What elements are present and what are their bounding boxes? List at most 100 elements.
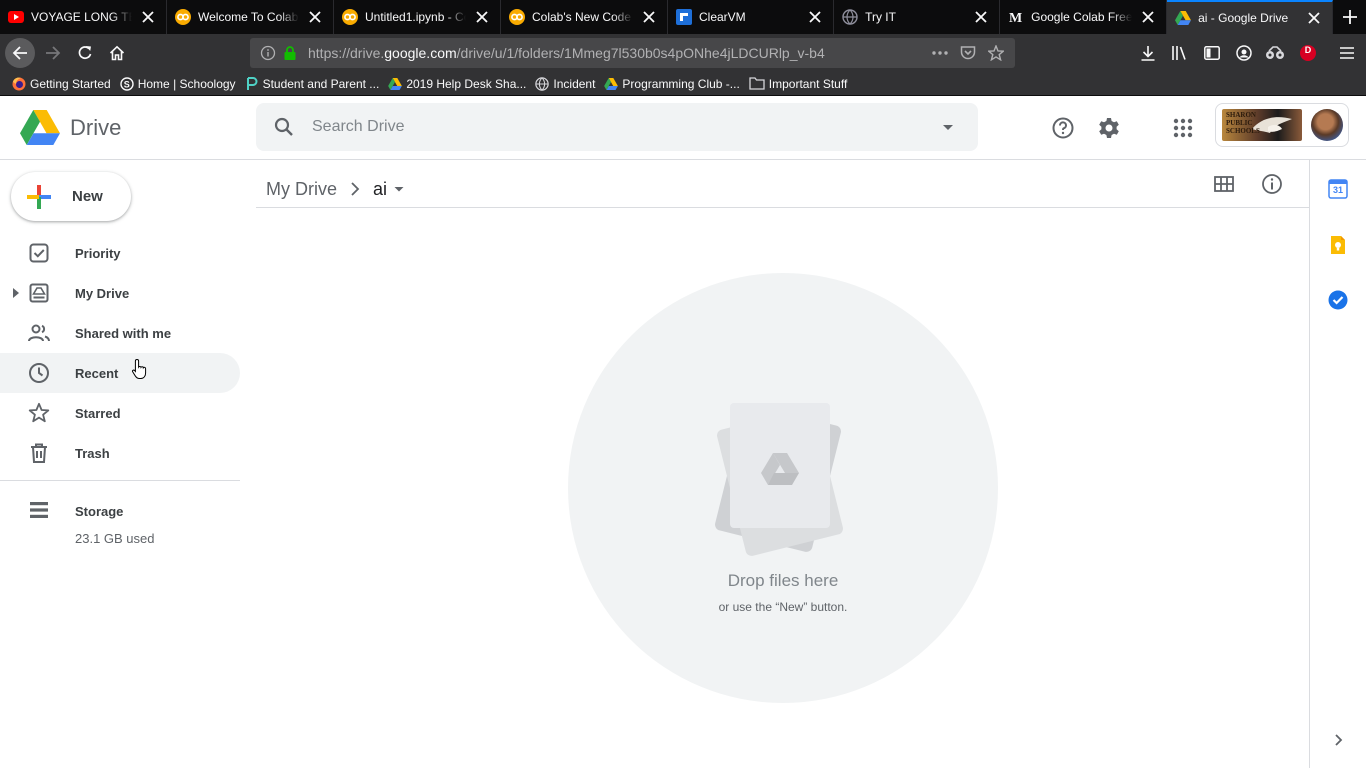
storage-label[interactable]: Storage [75,504,123,519]
bookmark-label: Incident [553,76,596,91]
sidebar-item-label: Priority [75,245,121,261]
bookmark-star-icon[interactable] [987,44,1005,62]
info-icon[interactable] [260,45,276,61]
keep-icon[interactable] [1328,235,1348,255]
back-arrow-icon [12,46,27,60]
home-button[interactable] [102,38,132,68]
bookmark-item[interactable]: S Home | Schoology [120,77,236,91]
downloads-icon[interactable] [1138,43,1158,63]
close-tab-icon[interactable] [1138,7,1158,27]
bookmark-item[interactable]: Getting Started [12,77,111,91]
address-bar[interactable]: https://drive.google.com/drive/u/1/folde… [250,38,1015,68]
bookmark-label: Student and Parent ... [262,76,380,91]
forward-button[interactable] [38,38,68,68]
browser-tab[interactable]: ClearVM [668,0,835,34]
close-tab-icon[interactable] [472,7,492,27]
lock-icon[interactable] [282,45,298,61]
info-icon[interactable] [1260,172,1284,196]
url-text[interactable]: https://drive.google.com/drive/u/1/folde… [308,45,931,61]
bookmark-item[interactable]: 2019 Help Desk Sha... [388,77,526,91]
browser-tab-strip: VOYAGE LONG TERM Welcome To Colaboratory… [0,0,1366,34]
browser-tab[interactable]: Welcome To Colaboratory [167,0,334,34]
close-tab-icon[interactable] [805,7,825,27]
reload-button[interactable] [70,38,100,68]
settings-button[interactable] [1096,115,1122,141]
drive-icon [1175,10,1192,26]
hand-cursor-icon [132,358,147,379]
browser-tab-active[interactable]: ai - Google Drive [1167,0,1334,34]
sidebar-item-priority[interactable]: Priority [0,233,240,273]
grid-view-icon[interactable] [1212,172,1236,196]
medium-icon: M [1008,9,1024,25]
drive-logo[interactable]: Drive [20,110,121,145]
youtube-icon [8,9,24,25]
sidebar-item-my-drive[interactable]: My Drive [0,273,240,313]
search-bar[interactable] [256,103,978,151]
bookmark-item[interactable]: Incident [535,77,595,91]
colab-icon [509,9,525,25]
sidebar-item-label: My Drive [75,285,130,301]
expand-arrow-icon[interactable] [10,287,22,299]
search-options-icon[interactable] [936,115,960,139]
bookmark-item[interactable]: Student and Parent ... [245,76,380,91]
search-icon[interactable] [272,115,296,139]
back-button[interactable] [5,38,35,68]
browser-tab[interactable]: Untitled1.ipynb - Colaboratory [334,0,501,34]
page-actions-icon[interactable] [931,44,949,62]
close-tab-icon[interactable] [971,7,991,27]
drop-zone[interactable]: Drop files here or use the “New” button. [568,273,998,703]
calendar-icon[interactable]: 31 [1328,179,1348,199]
sidebar-divider [0,480,240,481]
breadcrumb-my-drive[interactable]: My Drive [266,179,337,200]
extension-icon[interactable] [1265,43,1285,63]
support-button[interactable] [1050,115,1076,141]
gear-icon [1099,118,1119,138]
trash-icon [31,443,47,463]
sidebar-toggle-icon[interactable] [1202,43,1222,63]
breadcrumb: My Drive ai [266,174,409,204]
bookmark-folder[interactable]: Important Stuff [749,77,847,91]
library-icon[interactable] [1170,43,1190,63]
browser-tab[interactable]: Colab's New Code Editor [501,0,668,34]
bookmark-item[interactable]: Programming Club -... [604,77,740,91]
globe-icon [842,9,858,25]
pearson-icon [245,76,259,91]
menu-icon[interactable] [1337,43,1357,63]
avatar[interactable] [1311,109,1343,141]
new-tab-button[interactable] [1334,0,1366,34]
close-tab-icon[interactable] [138,7,158,27]
new-button[interactable]: New [11,172,131,221]
close-tab-icon[interactable] [639,7,659,27]
sidebar-item-starred[interactable]: Starred [0,393,240,433]
my-drive-icon [29,283,49,303]
browser-tab[interactable]: VOYAGE LONG TERM [0,0,167,34]
account-switcher[interactable]: SHARON PUBLIC SCHOOLS [1215,103,1349,147]
colab-icon [175,9,191,25]
account-icon[interactable] [1234,43,1254,63]
sidebar-item-trash[interactable]: Trash [0,433,240,473]
browser-toolbar: https://drive.google.com/drive/u/1/folde… [0,34,1366,72]
storage-icon[interactable] [27,498,51,522]
tab-title: ClearVM [699,10,746,24]
svg-text:M: M [1009,11,1022,25]
home-icon [109,45,125,61]
clearvm-icon [676,9,692,25]
search-input[interactable] [312,107,936,147]
close-tab-icon[interactable] [305,7,325,27]
folder-menu-dropdown-icon[interactable] [389,179,409,199]
sidebar-item-shared-with-me[interactable]: Shared with me [0,313,240,353]
sidebar-item-recent[interactable]: Recent [0,353,240,393]
pocket-icon[interactable] [959,44,977,62]
sidebar-item-label: Shared with me [75,325,172,341]
browser-tab[interactable]: Try IT [834,0,1001,34]
expand-panel-chevron-icon[interactable] [1328,730,1348,750]
close-tab-icon[interactable] [1304,8,1324,28]
profile-initial: D [1304,45,1312,55]
google-apps-button[interactable] [1170,115,1196,141]
browser-tab[interactable]: M Google Colab Free GPU [1000,0,1168,34]
sidebar-item-label: Starred [75,405,121,421]
profile-badge[interactable]: D [1298,43,1318,63]
breadcrumb-current-folder[interactable]: ai [373,179,387,200]
tasks-icon[interactable] [1328,290,1348,310]
schoology-icon: S [120,76,134,91]
